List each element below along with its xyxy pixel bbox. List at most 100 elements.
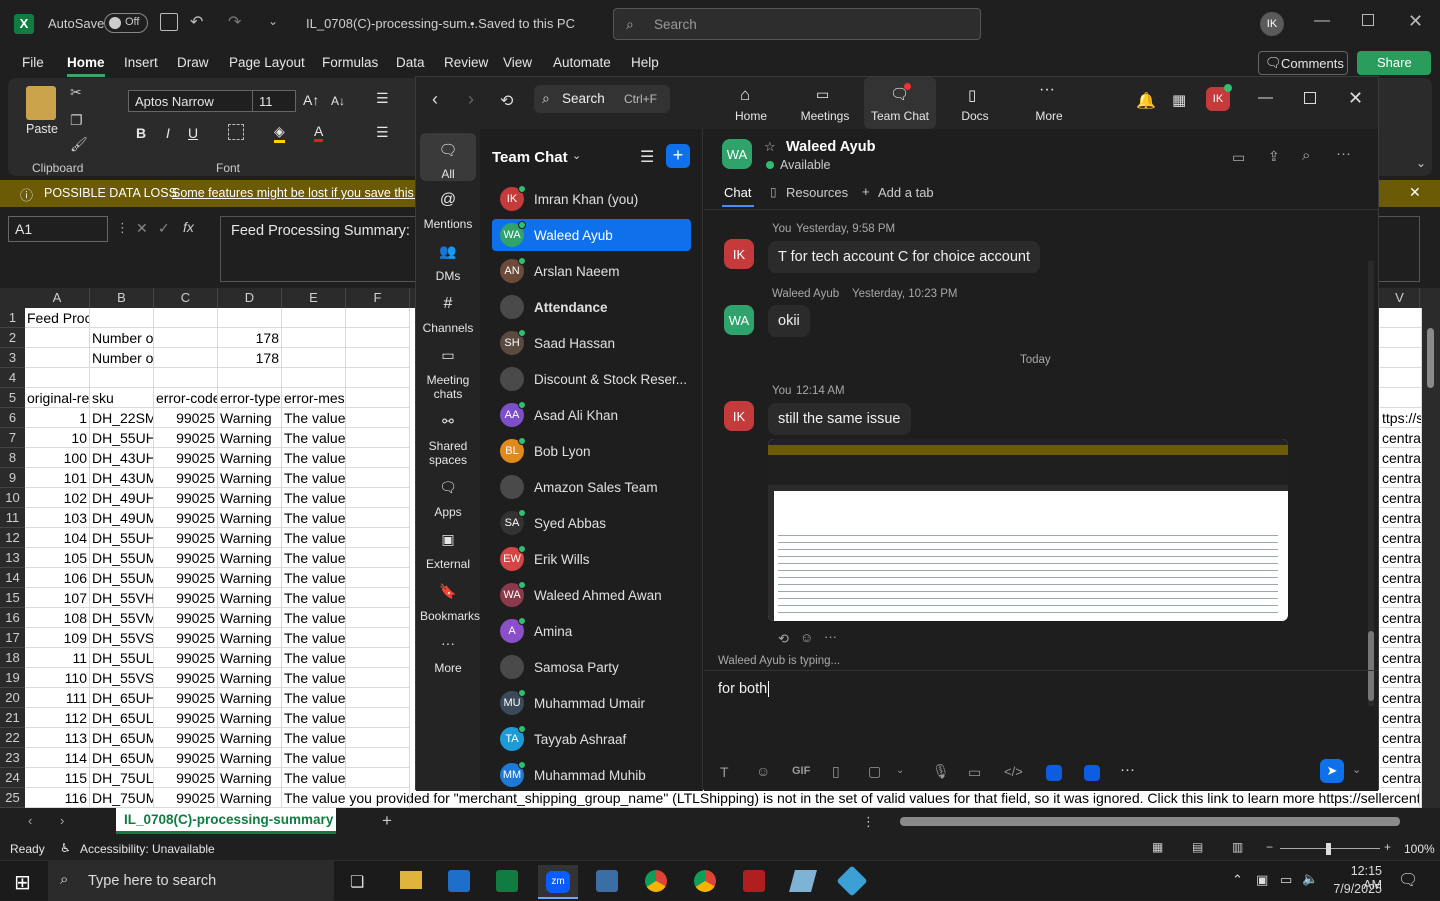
cell[interactable]: The value you provide: [282, 728, 346, 748]
bell-icon[interactable]: 🔔: [1136, 91, 1156, 111]
cell[interactable]: [346, 348, 410, 368]
vertical-scrollbar[interactable]: [1422, 308, 1440, 808]
cell[interactable]: [25, 328, 90, 348]
cell[interactable]: [25, 368, 90, 388]
cell[interactable]: DH_55UM3: [90, 548, 154, 568]
cell[interactable]: [346, 648, 410, 668]
cell[interactable]: central: [1380, 568, 1422, 588]
horizontal-scroll-thumb[interactable]: [900, 817, 1400, 826]
cell[interactable]: 99025: [154, 468, 218, 488]
cell[interactable]: 110: [25, 668, 90, 688]
copy-icon[interactable]: ❐: [70, 112, 83, 129]
cell[interactable]: central: [1380, 708, 1422, 728]
font-color-icon[interactable]: A: [314, 123, 324, 142]
app-icon[interactable]: [789, 870, 817, 892]
cell[interactable]: [346, 728, 410, 748]
cell[interactable]: Warning: [218, 668, 282, 688]
tab-file[interactable]: File: [22, 55, 44, 70]
cell[interactable]: [346, 608, 410, 628]
cell[interactable]: DH_49UH5: [90, 488, 154, 508]
row-header[interactable]: 13: [0, 548, 25, 568]
compose-input[interactable]: for both: [718, 681, 1358, 705]
row-header[interactable]: 20: [0, 688, 25, 708]
side-nav-all[interactable]: 🗨 All: [420, 133, 476, 181]
contact-item[interactable]: WA Waleed Ayub: [492, 219, 691, 251]
cell[interactable]: The value you provide: [282, 528, 346, 548]
tab-draw[interactable]: Draw: [177, 55, 209, 70]
cell[interactable]: DH_65UM5: [90, 748, 154, 768]
side-nav-dms[interactable]: 👥 DMs: [420, 243, 476, 283]
cancel-icon[interactable]: ✕: [136, 220, 148, 237]
cell[interactable]: 99025: [154, 648, 218, 668]
windows-start-icon[interactable]: ⊞: [14, 870, 31, 895]
cell[interactable]: [1380, 388, 1422, 408]
cell[interactable]: Warning: [218, 448, 282, 468]
more-dots-icon[interactable]: ···: [824, 629, 837, 644]
minimize-icon[interactable]: —: [1314, 12, 1330, 30]
cell[interactable]: Feed Processing Summary:: [25, 308, 90, 328]
row-header[interactable]: 17: [0, 628, 25, 648]
video-message-icon[interactable]: ▭: [968, 764, 981, 781]
image-attachment-thumbnail[interactable]: [768, 439, 1288, 621]
cell[interactable]: DH_65UH7: [90, 688, 154, 708]
cell[interactable]: The value you provide: [282, 588, 346, 608]
cell[interactable]: [346, 708, 410, 728]
tab-home[interactable]: Home: [67, 55, 105, 70]
cell[interactable]: [154, 368, 218, 388]
borders-icon[interactable]: [228, 124, 244, 140]
cell[interactable]: Warning: [218, 628, 282, 648]
cell[interactable]: Warning: [218, 528, 282, 548]
cell[interactable]: Warning: [218, 408, 282, 428]
zoom-taskbar-active[interactable]: zm: [538, 865, 578, 899]
chat-header-name[interactable]: Waleed Ayub: [786, 139, 875, 155]
filezilla-icon[interactable]: [743, 870, 765, 892]
cell[interactable]: Warning: [218, 468, 282, 488]
tab-formulas[interactable]: Formulas: [322, 55, 378, 70]
tab-data[interactable]: Data: [396, 55, 425, 70]
cell[interactable]: The value you provide: [282, 428, 346, 448]
cell[interactable]: Warning: [218, 788, 282, 808]
cell[interactable]: 111: [25, 688, 90, 708]
cell[interactable]: DH_55UM5: [90, 568, 154, 588]
cell[interactable]: 178: [218, 328, 282, 348]
cell[interactable]: central: [1380, 548, 1422, 568]
cell[interactable]: DH_55VM5: [90, 608, 154, 628]
cell[interactable]: central: [1380, 508, 1422, 528]
tray-app-icon[interactable]: ▣: [1256, 872, 1268, 888]
tab-review[interactable]: Review: [444, 55, 488, 70]
row-header[interactable]: 22: [0, 728, 25, 748]
video-call-icon[interactable]: ▭: [1232, 149, 1245, 166]
message-bubble[interactable]: T for tech account C for choice account: [768, 241, 1041, 273]
file-name[interactable]: IL_0708(C)-processing-sum...: [306, 16, 478, 31]
row-header[interactable]: 9: [0, 468, 25, 488]
cell[interactable]: central: [1380, 468, 1422, 488]
cell[interactable]: Number of records p: [90, 328, 154, 348]
cell[interactable]: 11: [25, 648, 90, 668]
cell[interactable]: 99025: [154, 668, 218, 688]
accessibility-status[interactable]: Accessibility: Unavailable: [80, 842, 215, 856]
taskbar-search[interactable]: ⌕ Type here to search: [48, 861, 334, 901]
send-button[interactable]: ➤: [1320, 759, 1344, 783]
contact-item[interactable]: TA Tayyab Ashraaf: [492, 723, 691, 755]
row-header[interactable]: 11: [0, 508, 25, 528]
dlp-message-link[interactable]: Some features might be lost if you save …: [172, 186, 433, 200]
cell[interactable]: DH_75UM3: [90, 788, 154, 808]
task-view-icon[interactable]: ❏: [350, 872, 364, 892]
calendar-icon[interactable]: ▦: [1172, 91, 1186, 109]
cell[interactable]: original-re: [25, 388, 90, 408]
cell[interactable]: central: [1380, 628, 1422, 648]
contact-item[interactable]: A Amina: [492, 615, 691, 647]
autosave-toggle[interactable]: Off: [104, 13, 148, 33]
cell[interactable]: central: [1380, 608, 1422, 628]
cell[interactable]: [346, 528, 410, 548]
zoom-slider-thumb[interactable]: [1326, 843, 1331, 855]
cell[interactable]: 99025: [154, 588, 218, 608]
row-header[interactable]: 8: [0, 448, 25, 468]
message-bubble[interactable]: still the same issue: [768, 403, 911, 435]
cell[interactable]: 99025: [154, 548, 218, 568]
cell[interactable]: [1380, 368, 1422, 388]
format-text-icon[interactable]: T: [720, 764, 729, 780]
row-header[interactable]: 6: [0, 408, 25, 428]
save-icon[interactable]: [160, 13, 178, 31]
comments-button[interactable]: 🗨 Comments: [1258, 51, 1348, 75]
